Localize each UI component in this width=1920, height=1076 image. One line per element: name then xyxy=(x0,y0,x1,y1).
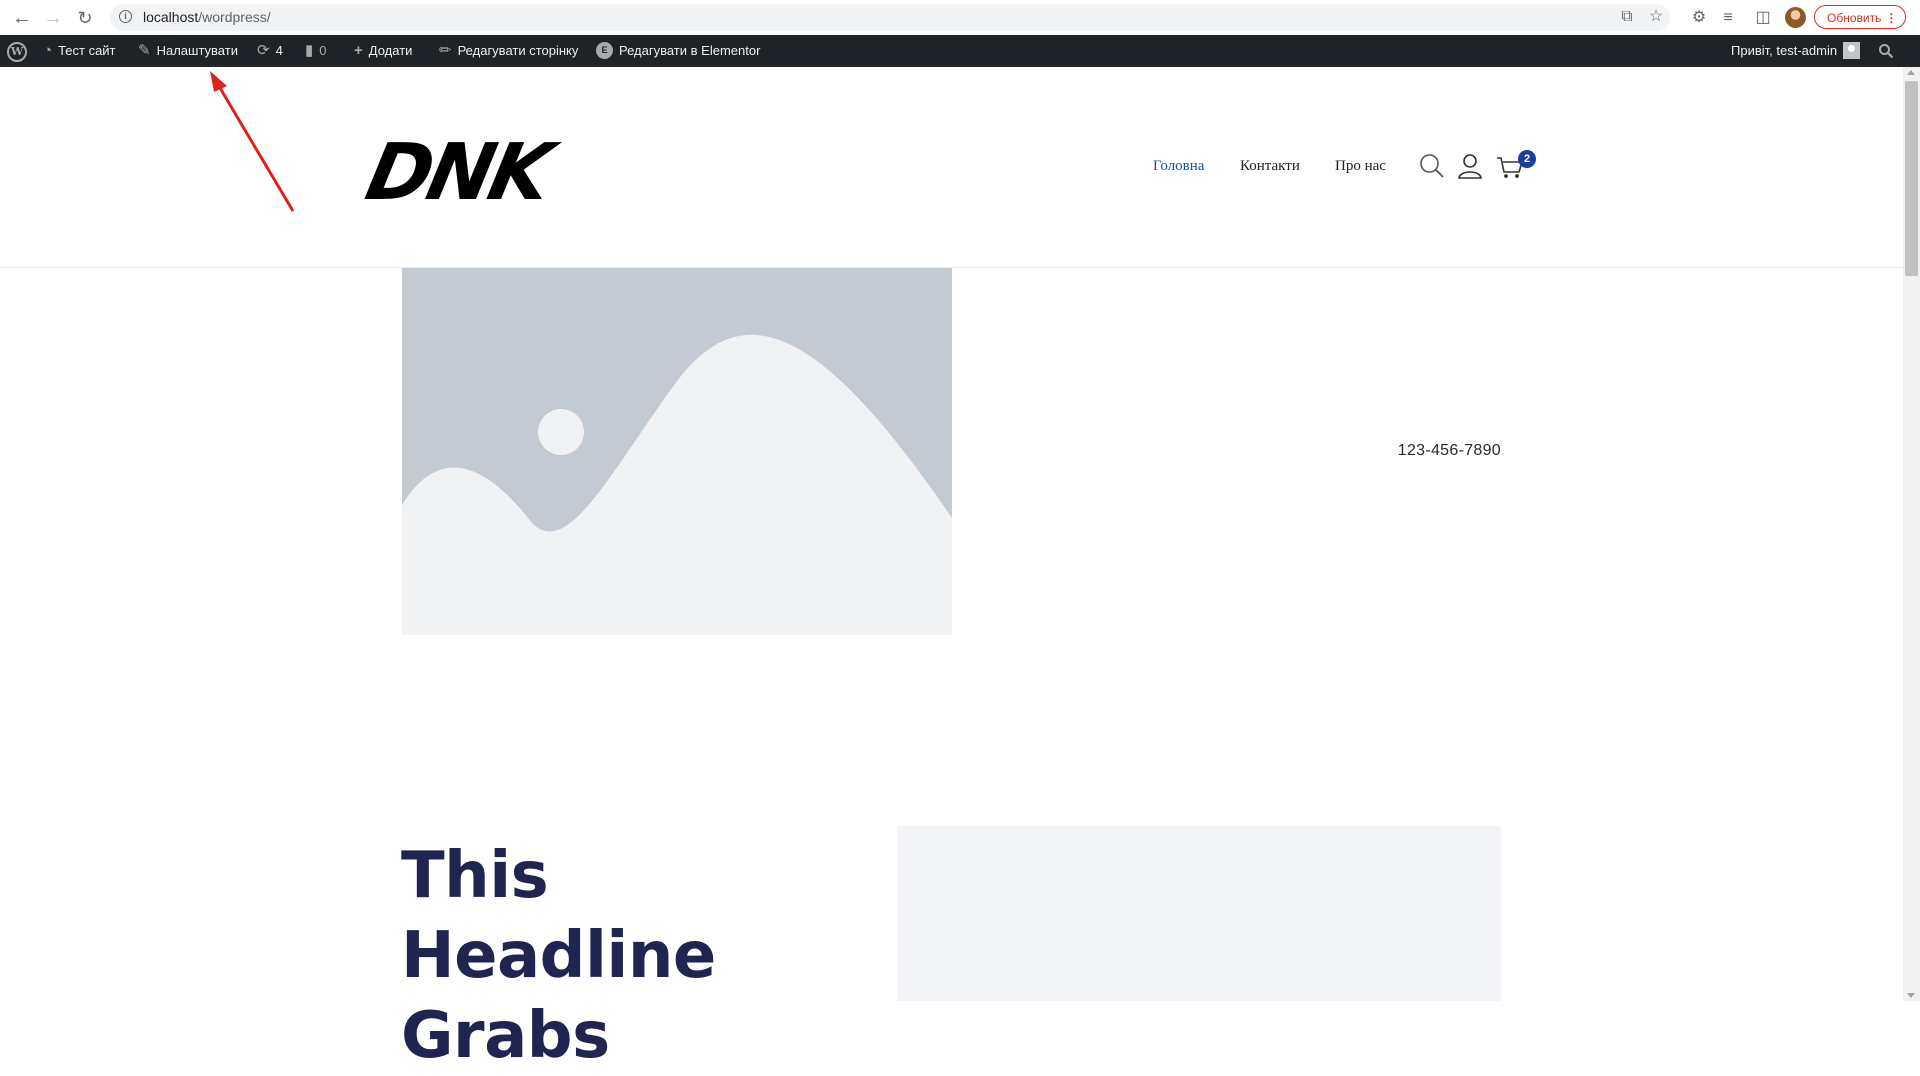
plus-icon: + xyxy=(354,42,363,59)
share-icon[interactable]: ⧉ xyxy=(1617,7,1637,27)
image-placeholder xyxy=(402,268,952,635)
nav-item-home[interactable]: Головна xyxy=(1153,158,1204,175)
scroll-thumb[interactable] xyxy=(1905,81,1918,276)
side-panel-icon[interactable]: ◫ xyxy=(1752,7,1774,29)
phone-number: 123-456-7890 xyxy=(1397,442,1501,459)
scroll-up-arrow-icon[interactable] xyxy=(1907,70,1915,75)
browser-toolbar: ← → ↻ i localhost/wordpress/ ⧉ ☆ ⚙ ≡ ◫ О… xyxy=(0,0,1920,36)
profile-avatar[interactable] xyxy=(1785,7,1806,28)
paintbrush-icon: ✎ xyxy=(138,42,151,59)
content-placeholder-block xyxy=(897,826,1501,1001)
extensions-puzzle-icon[interactable]: ⚙ xyxy=(1688,7,1710,29)
menu-dots-icon[interactable]: ⋮ xyxy=(1885,6,1897,30)
pencil-icon: ✏ xyxy=(439,42,452,59)
admin-bar-edit-elementor[interactable]: E Редагувати в Elementor xyxy=(596,35,760,67)
update-browser-button[interactable]: Обновить ⋮ xyxy=(1814,5,1907,30)
search-icon[interactable] xyxy=(1417,151,1447,181)
cart-count-badge: 2 xyxy=(1518,150,1536,168)
updates-icon: ⟳ xyxy=(257,42,270,59)
admin-bar-customize[interactable]: ✎ Налаштувати xyxy=(138,35,238,67)
site-logo-text: DNK xyxy=(364,127,565,217)
scroll-down-arrow-icon[interactable] xyxy=(1907,993,1915,998)
nav-item-contacts[interactable]: Контакти xyxy=(1240,158,1300,175)
back-arrow-icon[interactable]: ← xyxy=(10,6,34,30)
site-info-icon[interactable]: i xyxy=(119,10,132,23)
nav-item-about[interactable]: Про нас xyxy=(1335,158,1386,175)
admin-bar-updates[interactable]: ⟳ 4 xyxy=(257,35,283,67)
forward-arrow-icon[interactable]: → xyxy=(41,6,65,30)
headline-line-1: This Headline xyxy=(401,839,716,993)
comment-icon: ▮ xyxy=(305,42,314,59)
admin-bar-account[interactable]: Привіт, test-admin xyxy=(1731,35,1861,67)
dashboard-icon: ◔ xyxy=(43,42,53,59)
site-logo[interactable]: DNK xyxy=(364,127,574,217)
page-scrollbar[interactable] xyxy=(1903,67,1920,1001)
site-header: DNK Головна Контакти Про нас 2 xyxy=(0,67,1903,268)
admin-bar-edit-page[interactable]: ✏ Редагувати сторінку xyxy=(439,35,578,67)
admin-bar-new-content[interactable]: + Додати xyxy=(354,35,412,67)
admin-avatar xyxy=(1843,42,1861,59)
admin-bar-search-icon[interactable] xyxy=(1878,35,1894,67)
reading-list-icon[interactable]: ≡ xyxy=(1717,7,1739,29)
bookmark-star-icon[interactable]: ☆ xyxy=(1646,7,1666,27)
admin-bar-site-name[interactable]: ◔ Тест сайт xyxy=(43,35,116,67)
address-bar[interactable]: i localhost/wordpress/ ⧉ ☆ xyxy=(110,4,1670,31)
wp-admin-bar: W ◔ Тест сайт ✎ Налаштувати ⟳ 4 ▮ 0 + Додати … xyxy=(0,35,1920,67)
admin-bar-comments[interactable]: ▮ 0 xyxy=(305,35,327,67)
section-headline: This Headline Grabs xyxy=(401,836,881,1076)
wordpress-logo-icon[interactable]: W xyxy=(7,35,27,67)
user-account-icon[interactable] xyxy=(1455,151,1485,181)
headline-line-2: Grabs xyxy=(401,999,610,1073)
reload-icon[interactable]: ↻ xyxy=(73,6,97,30)
elementor-icon: E xyxy=(596,42,613,59)
url-text[interactable]: localhost/wordpress/ xyxy=(143,9,271,25)
